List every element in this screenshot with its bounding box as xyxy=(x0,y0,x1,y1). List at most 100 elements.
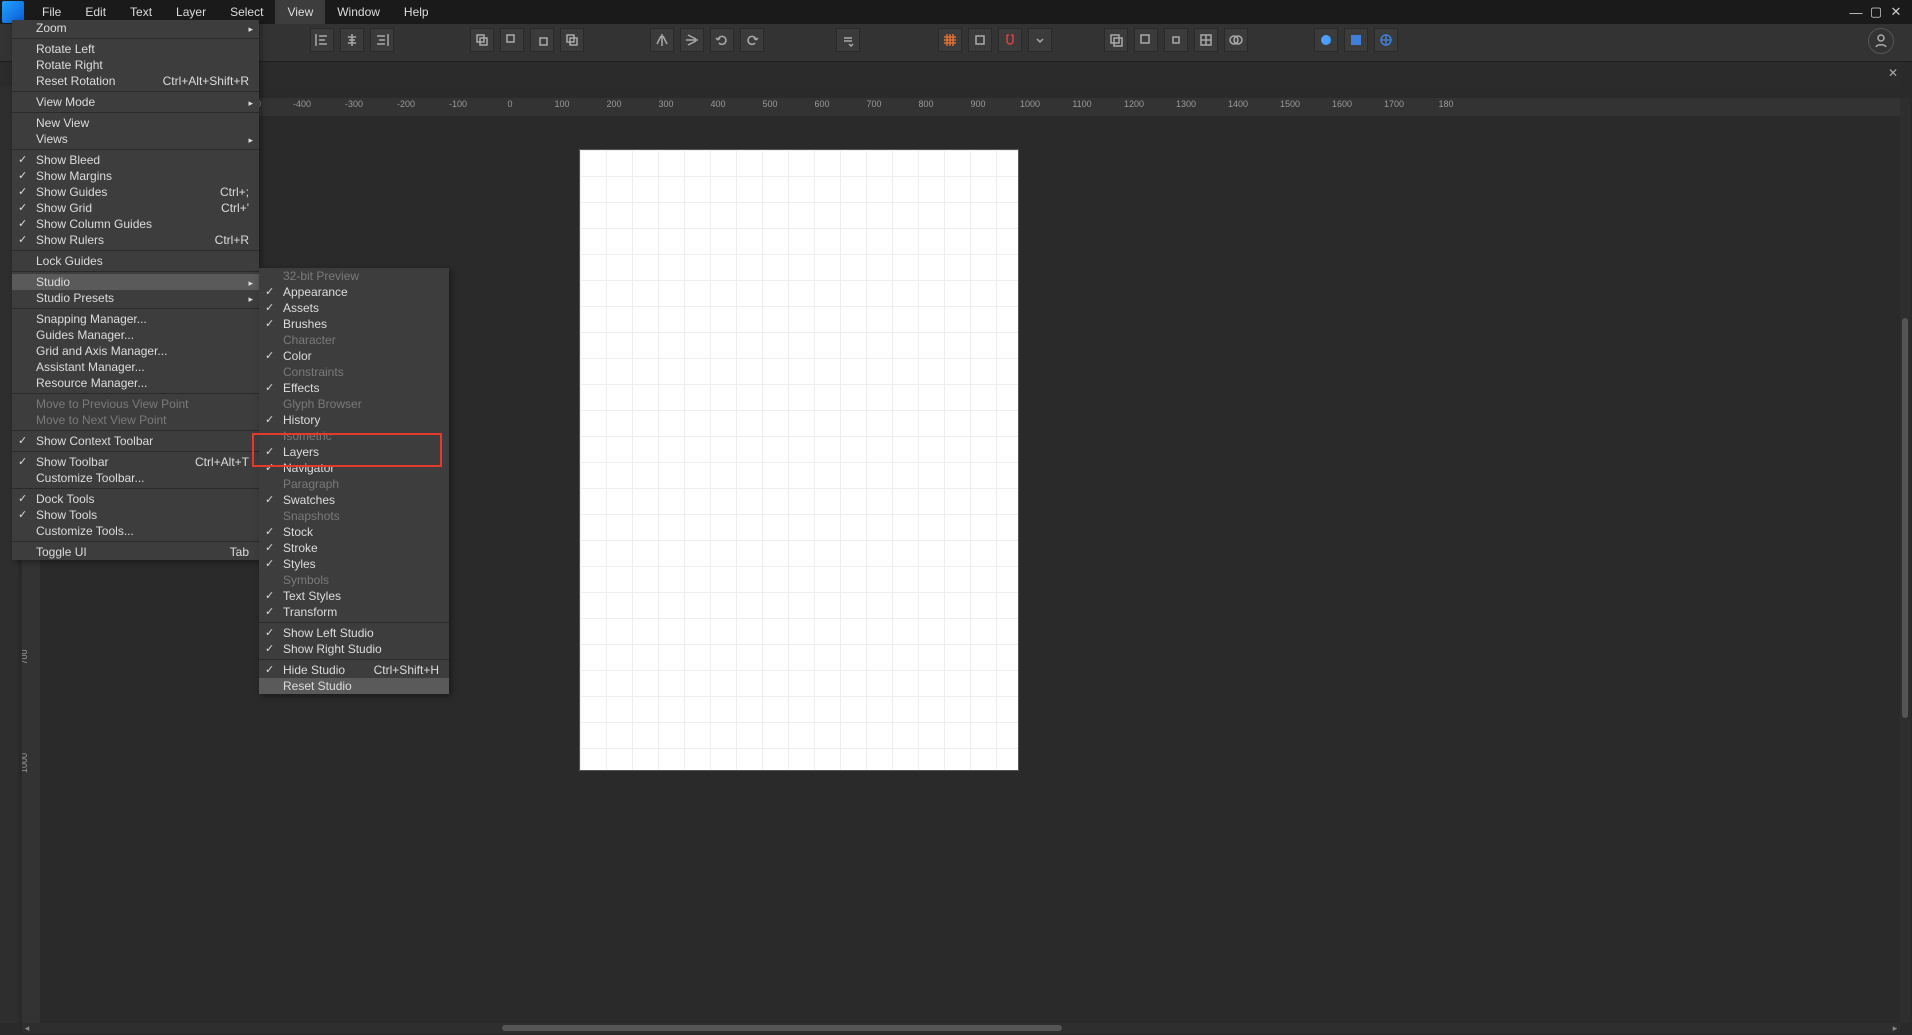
menu-item-resource-manager[interactable]: Resource Manager... xyxy=(12,375,259,391)
arrange-back-icon[interactable] xyxy=(470,28,494,52)
menu-item-styles[interactable]: ✓Styles xyxy=(259,556,449,572)
maximize-icon[interactable]: ▢ xyxy=(1866,4,1886,20)
submenu-arrow-icon: ▸ xyxy=(248,21,253,37)
ruler-tick: 1100 xyxy=(1072,99,1091,109)
menu-item-show-context-toolbar[interactable]: ✓Show Context Toolbar xyxy=(12,433,259,449)
menu-item-layers[interactable]: ✓Layers xyxy=(259,444,449,460)
arrange-backward-icon[interactable] xyxy=(500,28,524,52)
check-icon: ✓ xyxy=(18,200,27,216)
menu-item-snapping-manager[interactable]: Snapping Manager... xyxy=(12,311,259,327)
op-intersect-icon[interactable] xyxy=(1164,28,1188,52)
align-left-icon[interactable] xyxy=(310,28,334,52)
flip-v-icon[interactable] xyxy=(680,28,704,52)
menu-item-toggle-ui[interactable]: Toggle UITab xyxy=(12,544,259,560)
menu-item-label: Grid and Axis Manager... xyxy=(36,344,167,358)
menu-item-grid-and-axis-manager[interactable]: Grid and Axis Manager... xyxy=(12,343,259,359)
menu-view[interactable]: View xyxy=(275,0,325,24)
check-icon: ✓ xyxy=(18,491,27,507)
ruler-tick: 1000 xyxy=(1020,99,1040,109)
menu-item-studio[interactable]: Studio▸ xyxy=(12,274,259,290)
persona-export-icon[interactable] xyxy=(1374,28,1398,52)
menu-item-label: Customize Toolbar... xyxy=(36,471,145,485)
menu-item-rotate-right[interactable]: Rotate Right xyxy=(12,57,259,73)
pixel-snap-icon[interactable] xyxy=(968,28,992,52)
scrollbar-vertical[interactable] xyxy=(1900,98,1910,1023)
scroll-right-icon[interactable]: ▸ xyxy=(1890,1023,1900,1034)
op-add-icon[interactable] xyxy=(1104,28,1128,52)
menu-item-move-to-next-view-point: Move to Next View Point xyxy=(12,412,259,428)
menu-item-lock-guides[interactable]: Lock Guides xyxy=(12,253,259,269)
menu-item-new-view[interactable]: New View xyxy=(12,115,259,131)
menu-item-studio-presets[interactable]: Studio Presets▸ xyxy=(12,290,259,306)
op-divide-icon[interactable] xyxy=(1194,28,1218,52)
rotate-cw-icon[interactable] xyxy=(740,28,764,52)
scrollbar-thumb[interactable] xyxy=(1902,318,1908,718)
menu-item-label: Paragraph xyxy=(283,477,339,491)
align-right-icon[interactable] xyxy=(370,28,394,52)
menu-item-guides-manager[interactable]: Guides Manager... xyxy=(12,327,259,343)
menu-item-hide-studio[interactable]: ✓Hide StudioCtrl+Shift+H xyxy=(259,662,449,678)
menu-item-show-guides[interactable]: ✓Show GuidesCtrl+; xyxy=(12,184,259,200)
arrange-front-icon[interactable] xyxy=(560,28,584,52)
ruler-tick: 400 xyxy=(710,99,725,109)
account-icon[interactable] xyxy=(1868,28,1894,54)
op-subtract-icon[interactable] xyxy=(1134,28,1158,52)
persona-pixel-icon[interactable] xyxy=(1344,28,1368,52)
scrollbar-thumb[interactable] xyxy=(502,1025,1062,1031)
menu-item-reset-studio[interactable]: Reset Studio xyxy=(259,678,449,694)
menu-window[interactable]: Window xyxy=(325,0,392,24)
menu-item-customize-tools[interactable]: Customize Tools... xyxy=(12,523,259,539)
menu-item-swatches[interactable]: ✓Swatches xyxy=(259,492,449,508)
menu-item-appearance[interactable]: ✓Appearance xyxy=(259,284,449,300)
snap-options-icon[interactable] xyxy=(1028,28,1052,52)
menu-item-label: Effects xyxy=(283,381,319,395)
menu-item-show-column-guides[interactable]: ✓Show Column Guides xyxy=(12,216,259,232)
magnet-snap-icon[interactable] xyxy=(998,28,1022,52)
arrange-forward-icon[interactable] xyxy=(530,28,554,52)
menu-item-show-left-studio[interactable]: ✓Show Left Studio xyxy=(259,625,449,641)
flip-h-icon[interactable] xyxy=(650,28,674,52)
menu-item-dock-tools[interactable]: ✓Dock Tools xyxy=(12,491,259,507)
scroll-left-icon[interactable]: ◂ xyxy=(22,1023,32,1034)
menu-item-assistant-manager[interactable]: Assistant Manager... xyxy=(12,359,259,375)
menu-item-navigator[interactable]: ✓Navigator xyxy=(259,460,449,476)
menu-item-show-margins[interactable]: ✓Show Margins xyxy=(12,168,259,184)
op-combine-icon[interactable] xyxy=(1224,28,1248,52)
menu-item-show-grid[interactable]: ✓Show GridCtrl+' xyxy=(12,200,259,216)
align-center-icon[interactable] xyxy=(340,28,364,52)
menu-shortcut: Ctrl+; xyxy=(220,184,249,200)
ruler-tick: 100 xyxy=(554,99,569,109)
menu-item-history[interactable]: ✓History xyxy=(259,412,449,428)
ruler-tick: 800 xyxy=(918,99,933,109)
menu-item-reset-rotation[interactable]: Reset RotationCtrl+Alt+Shift+R xyxy=(12,73,259,89)
menu-help[interactable]: Help xyxy=(392,0,441,24)
menu-item-show-toolbar[interactable]: ✓Show ToolbarCtrl+Alt+T xyxy=(12,454,259,470)
menu-item-customize-toolbar[interactable]: Customize Toolbar... xyxy=(12,470,259,486)
menu-item-assets[interactable]: ✓Assets xyxy=(259,300,449,316)
menu-item-effects[interactable]: ✓Effects xyxy=(259,380,449,396)
menu-item-show-rulers[interactable]: ✓Show RulersCtrl+R xyxy=(12,232,259,248)
menu-item-rotate-left[interactable]: Rotate Left xyxy=(12,41,259,57)
menu-item-color[interactable]: ✓Color xyxy=(259,348,449,364)
document-page[interactable] xyxy=(580,150,1018,770)
persona-designer-icon[interactable] xyxy=(1314,28,1338,52)
menu-item-show-tools[interactable]: ✓Show Tools xyxy=(12,507,259,523)
minimize-icon[interactable]: — xyxy=(1846,5,1866,20)
close-icon[interactable]: ✕ xyxy=(1886,4,1906,20)
menu-item-stroke[interactable]: ✓Stroke xyxy=(259,540,449,556)
rotate-ccw-icon[interactable] xyxy=(710,28,734,52)
menu-item-brushes[interactable]: ✓Brushes xyxy=(259,316,449,332)
menu-item-show-right-studio[interactable]: ✓Show Right Studio xyxy=(259,641,449,657)
dropdown-icon[interactable] xyxy=(836,28,860,52)
menu-item-label: Snapshots xyxy=(283,509,340,523)
scrollbar-horizontal[interactable]: ◂ ▸ xyxy=(22,1023,1900,1033)
menu-item-transform[interactable]: ✓Transform xyxy=(259,604,449,620)
menu-item-zoom[interactable]: Zoom▸ xyxy=(12,20,259,36)
menu-item-text-styles[interactable]: ✓Text Styles xyxy=(259,588,449,604)
menu-item-views[interactable]: Views▸ xyxy=(12,131,259,147)
menu-item-stock[interactable]: ✓Stock xyxy=(259,524,449,540)
menu-item-show-bleed[interactable]: ✓Show Bleed xyxy=(12,152,259,168)
close-panel-icon[interactable]: ✕ xyxy=(1888,66,1898,80)
menu-item-view-mode[interactable]: View Mode▸ xyxy=(12,94,259,110)
grid-snap-icon[interactable] xyxy=(938,28,962,52)
